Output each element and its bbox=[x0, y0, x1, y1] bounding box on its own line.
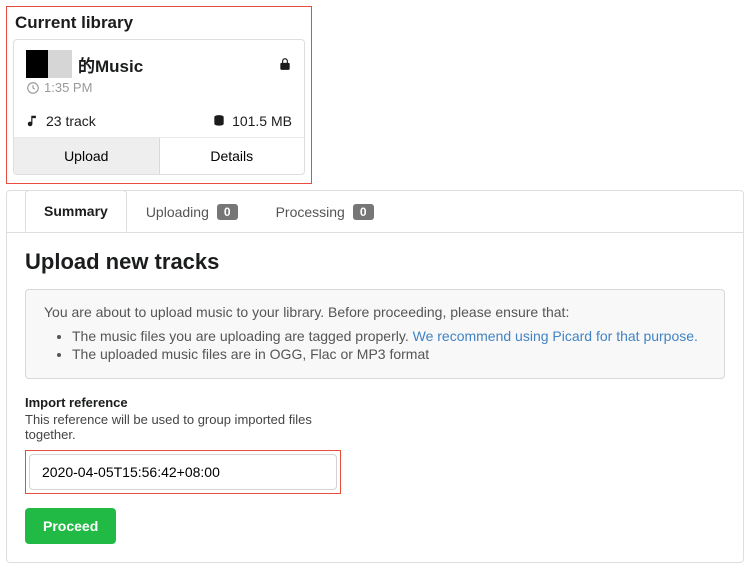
current-library-section: Current library 的Music 1:35 PM bbox=[6, 6, 312, 184]
info-message: You are about to upload music to your li… bbox=[25, 289, 725, 379]
tab-processing-label: Processing bbox=[276, 204, 345, 220]
tab-summary-label: Summary bbox=[44, 203, 108, 219]
info-bullet-1: The music files you are uploading are ta… bbox=[72, 328, 706, 344]
import-reference-help: This reference will be used to group imp… bbox=[25, 412, 325, 442]
import-reference-input[interactable] bbox=[29, 454, 337, 490]
tab-uploading-label: Uploading bbox=[146, 204, 209, 220]
library-avatar bbox=[26, 50, 72, 78]
uploading-count-badge: 0 bbox=[217, 204, 238, 220]
section-title: Current library bbox=[15, 13, 305, 33]
library-card: 的Music 1:35 PM 23 track bbox=[13, 39, 305, 175]
library-time: 1:35 PM bbox=[44, 80, 92, 95]
track-count: 23 track bbox=[46, 113, 96, 129]
upload-panel: Summary Uploading 0 Processing 0 Upload … bbox=[6, 190, 744, 563]
import-reference-label: Import reference bbox=[25, 395, 725, 410]
tab-summary[interactable]: Summary bbox=[25, 190, 127, 232]
tab-uploading[interactable]: Uploading 0 bbox=[127, 191, 257, 232]
tabs: Summary Uploading 0 Processing 0 bbox=[7, 191, 743, 233]
proceed-button[interactable]: Proceed bbox=[25, 508, 116, 544]
database-icon bbox=[212, 114, 226, 128]
upload-button[interactable]: Upload bbox=[14, 138, 160, 174]
tab-processing[interactable]: Processing 0 bbox=[257, 191, 393, 232]
picard-link[interactable]: We recommend using Picard for that purpo… bbox=[413, 328, 698, 344]
clock-icon bbox=[26, 81, 40, 95]
details-button[interactable]: Details bbox=[160, 138, 305, 174]
processing-count-badge: 0 bbox=[353, 204, 374, 220]
info-intro: You are about to upload music to your li… bbox=[44, 304, 706, 320]
library-name: 的Music bbox=[78, 52, 143, 77]
page-title: Upload new tracks bbox=[25, 249, 725, 275]
import-reference-wrap bbox=[25, 450, 341, 494]
info-bullet-2: The uploaded music files are in OGG, Fla… bbox=[72, 346, 706, 362]
library-size: 101.5 MB bbox=[232, 113, 292, 129]
lock-icon bbox=[278, 57, 292, 71]
music-note-icon bbox=[26, 114, 40, 128]
